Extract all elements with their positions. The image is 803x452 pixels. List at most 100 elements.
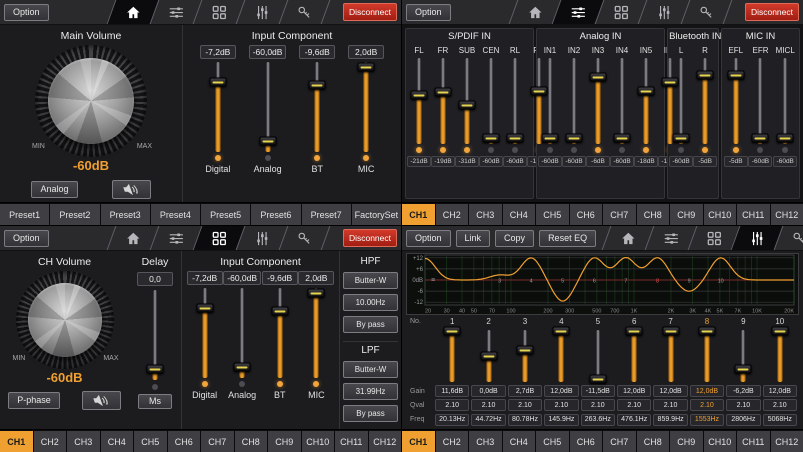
band-6-number[interactable]: 6 — [632, 317, 636, 326]
band-4-gain-value[interactable]: 12,0dB — [544, 385, 578, 397]
band-6-gain-value[interactable]: 12,0dB — [617, 385, 651, 397]
band-3-gain-value[interactable]: 2,7dB — [508, 385, 542, 397]
nav-key-tab[interactable] — [279, 0, 331, 24]
knob-cap[interactable] — [48, 58, 134, 144]
digital-gain-slider[interactable] — [209, 62, 227, 152]
band-3-number[interactable]: 3 — [523, 317, 527, 326]
in1-level-value[interactable]: -60dB — [538, 156, 562, 167]
tab-ch5[interactable]: CH5 — [536, 204, 569, 225]
slider-handle[interactable] — [480, 351, 497, 360]
tab-ch1[interactable]: CH1 — [0, 431, 33, 452]
band-7-gain-slider[interactable] — [662, 330, 680, 382]
cen-level-value[interactable]: -60dB — [479, 156, 503, 167]
delay-unit-button[interactable]: Ms — [138, 394, 172, 409]
tab-ch2[interactable]: CH2 — [34, 431, 67, 452]
slider-handle[interactable] — [234, 363, 251, 372]
l-level-value[interactable]: -60dB — [669, 156, 693, 167]
slider-handle[interactable] — [752, 133, 769, 142]
band-8-gain-slider[interactable] — [698, 330, 716, 382]
micl-level-value[interactable]: -60dB — [773, 156, 797, 167]
lpf-freq-button[interactable]: 31.99Hz — [343, 383, 398, 400]
slider-handle[interactable] — [542, 133, 559, 142]
tab-preset6[interactable]: Preset6 — [251, 204, 300, 225]
efl-level-value[interactable]: -5dB — [724, 156, 748, 167]
band-5-freq-value[interactable]: 263.6Hz — [581, 414, 615, 426]
cen-level-slider[interactable] — [482, 58, 500, 144]
analog-gain-badge[interactable]: -60,0dB — [249, 45, 287, 59]
slider-handle[interactable] — [589, 375, 606, 384]
slider-handle[interactable] — [777, 133, 794, 142]
ch-volume-knob[interactable]: MIN MAX — [16, 271, 114, 369]
slider-handle[interactable] — [196, 303, 213, 312]
band-marker-9[interactable]: 9 — [688, 278, 691, 284]
tab-ch7[interactable]: CH7 — [201, 431, 234, 452]
slider-handle[interactable] — [444, 327, 461, 336]
main-volume-knob[interactable]: MIN MAX — [35, 45, 147, 157]
option-button[interactable]: Option — [406, 230, 451, 247]
mic-gain-slider[interactable] — [357, 62, 375, 152]
in3-level-slider[interactable] — [589, 58, 607, 144]
band-7-number[interactable]: 7 — [668, 317, 672, 326]
slider-handle[interactable] — [308, 289, 325, 298]
tab-ch5[interactable]: CH5 — [134, 431, 167, 452]
option-button[interactable]: Option — [406, 4, 451, 21]
in5-level-value[interactable]: -18dB — [634, 156, 658, 167]
phase-button[interactable]: P-phase — [8, 392, 60, 409]
band-2-gain-slider[interactable] — [480, 330, 498, 382]
copy-button[interactable]: Copy — [495, 230, 534, 247]
band-7-qval-value[interactable]: 2.10 — [653, 399, 687, 411]
band-1-gain-slider[interactable] — [443, 330, 461, 382]
band-3-freq-value[interactable]: 80.78Hz — [508, 414, 542, 426]
slider-handle[interactable] — [507, 133, 524, 142]
disconnect-button[interactable]: Disconnect — [343, 229, 397, 247]
tab-ch9[interactable]: CH9 — [268, 431, 301, 452]
fl-level-slider[interactable] — [410, 58, 428, 144]
tab-ch4[interactable]: CH4 — [503, 204, 536, 225]
analog-gain-slider[interactable] — [259, 62, 277, 152]
input-source-button[interactable]: Analog — [31, 181, 77, 198]
band-marker-8[interactable]: 8 — [656, 278, 659, 284]
option-button[interactable]: Option — [4, 230, 49, 247]
band-10-qval-value[interactable]: 2.10 — [763, 399, 797, 411]
band-marker-4[interactable]: 4 — [530, 278, 533, 284]
band-4-qval-value[interactable]: 2.10 — [544, 399, 578, 411]
band-6-gain-slider[interactable] — [625, 330, 643, 382]
slider-handle[interactable] — [516, 345, 533, 354]
tab-preset7[interactable]: Preset7 — [302, 204, 351, 225]
disconnect-button[interactable]: Disconnect — [745, 3, 799, 21]
band-8-freq-value[interactable]: 1553Hz — [690, 414, 724, 426]
tab-preset1[interactable]: Preset1 — [0, 204, 49, 225]
tab-ch3[interactable]: CH3 — [469, 431, 502, 452]
tab-ch2[interactable]: CH2 — [436, 431, 469, 452]
efr-level-value[interactable]: -60dB — [748, 156, 772, 167]
analog-gain-badge[interactable]: -60,0dB — [223, 271, 261, 285]
band-10-gain-slider[interactable] — [771, 330, 789, 382]
zero-line-handle[interactable]: ≡ — [431, 277, 435, 284]
delay-value-badge[interactable]: 0,0 — [137, 272, 173, 286]
slider-handle[interactable] — [590, 72, 607, 81]
tab-ch10[interactable]: CH10 — [704, 204, 737, 225]
band-marker-3[interactable]: 3 — [498, 278, 501, 284]
slider-handle[interactable] — [271, 307, 288, 316]
nav-key-tab[interactable] — [279, 226, 331, 250]
band-marker-7[interactable]: 7 — [624, 278, 627, 284]
tab-ch5[interactable]: CH5 — [536, 431, 569, 452]
sub-level-slider[interactable] — [458, 58, 476, 144]
tab-ch12[interactable]: CH12 — [771, 204, 803, 225]
slider-handle[interactable] — [566, 133, 583, 142]
in2-level-slider[interactable] — [565, 58, 583, 144]
band-6-qval-value[interactable]: 2.10 — [617, 399, 651, 411]
digital-gain-badge[interactable]: -7,2dB — [200, 45, 236, 59]
band-5-qval-value[interactable]: 2.10 — [581, 399, 615, 411]
slider-handle[interactable] — [771, 327, 788, 336]
band-4-gain-slider[interactable] — [552, 330, 570, 382]
tab-ch11[interactable]: CH11 — [737, 204, 770, 225]
fr-level-value[interactable]: -19dB — [431, 156, 455, 167]
slider-handle[interactable] — [411, 90, 428, 99]
band-1-freq-value[interactable]: 20.13Hz — [435, 414, 469, 426]
tab-preset3[interactable]: Preset3 — [101, 204, 150, 225]
digital-gain-slider[interactable] — [196, 288, 214, 378]
band-9-number[interactable]: 9 — [741, 317, 745, 326]
knob-cap[interactable] — [28, 283, 102, 357]
lpf-bypass-button[interactable]: By pass — [343, 405, 398, 422]
